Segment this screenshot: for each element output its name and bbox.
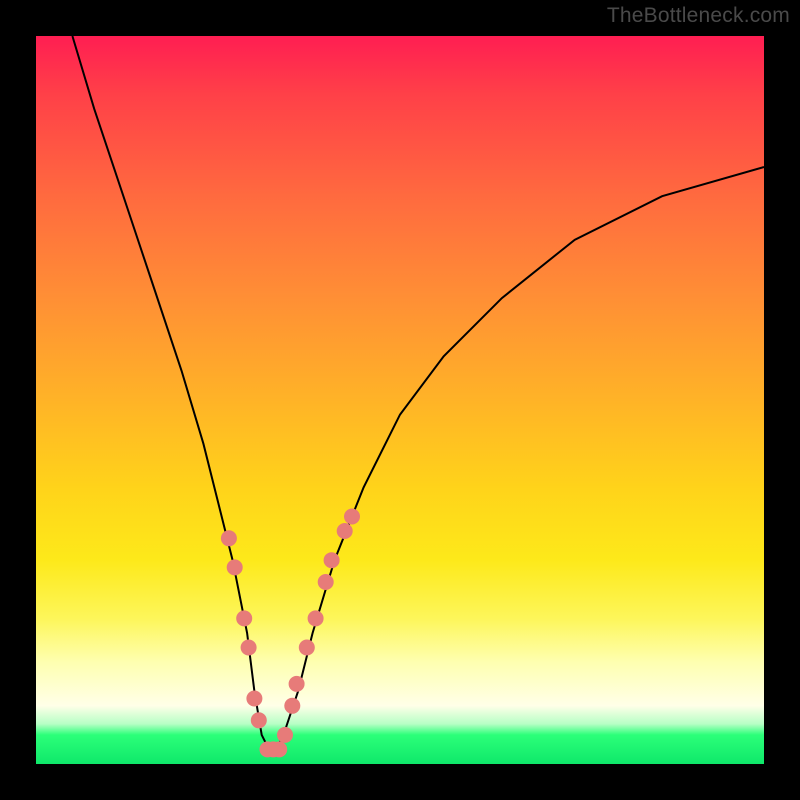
highlight-dot	[271, 741, 287, 757]
dots-group	[221, 509, 360, 758]
highlight-dot	[308, 610, 324, 626]
highlight-dot	[246, 691, 262, 707]
watermark-text: TheBottleneck.com	[607, 4, 790, 28]
highlight-dot	[284, 698, 300, 714]
highlight-dot	[289, 676, 305, 692]
plot-area	[36, 36, 764, 764]
highlight-dot	[277, 727, 293, 743]
highlight-dot	[344, 509, 360, 525]
highlight-dot	[227, 559, 243, 575]
highlight-dot	[337, 523, 353, 539]
highlight-dot	[236, 610, 252, 626]
bottleneck-curve	[72, 36, 764, 749]
highlight-dot	[221, 530, 237, 546]
chart-container: TheBottleneck.com	[0, 0, 800, 800]
highlight-dot	[318, 574, 334, 590]
highlight-dot	[299, 640, 315, 656]
highlight-dot	[324, 552, 340, 568]
highlight-dot	[251, 712, 267, 728]
highlight-dot	[241, 640, 257, 656]
curve-svg	[36, 36, 764, 764]
